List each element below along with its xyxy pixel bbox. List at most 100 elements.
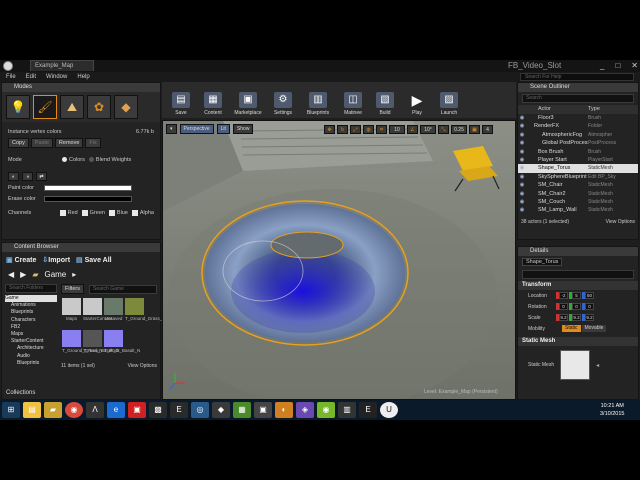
tree-item-startercontent[interactable]: StarterContent: [5, 338, 57, 345]
content-button[interactable]: ▦ Content: [198, 84, 228, 116]
asset-tile[interactable]: T_Rock_Basalt_N: [104, 330, 140, 360]
settings-button[interactable]: ⚙ Settings: [268, 84, 298, 116]
app-icon[interactable]: ▣: [254, 402, 272, 418]
details-search-input[interactable]: [522, 270, 634, 279]
asset-tile[interactable]: Unsaved: [104, 298, 123, 328]
erase-color-swatch[interactable]: [44, 195, 132, 202]
epic-games-icon[interactable]: E: [170, 402, 188, 418]
menu-edit[interactable]: Edit: [26, 74, 36, 80]
search-folders-input[interactable]: Search Folders: [5, 284, 57, 293]
outliner-row[interactable]: ◉ SM_Chair2 StaticMesh: [518, 190, 638, 198]
outliner-row[interactable]: ◉ SM_Chair StaticMesh: [518, 181, 638, 189]
green-checkbox[interactable]: [81, 209, 88, 216]
nvidia-icon[interactable]: ◉: [317, 402, 335, 418]
menu-window[interactable]: Window: [46, 74, 67, 80]
scale-y[interactable]: 9.2: [572, 314, 581, 321]
outliner-row[interactable]: ◉ Player Start PlayerStart: [518, 156, 638, 164]
outliner-row[interactable]: ◉ Global PostProcess PostProcess: [518, 139, 638, 147]
type-column-header[interactable]: Type: [588, 105, 628, 114]
app-icon[interactable]: ◆: [212, 402, 230, 418]
show-button[interactable]: Show: [232, 124, 254, 134]
location-z[interactable]: 50: [585, 292, 594, 299]
rotation-z[interactable]: 0: [585, 303, 594, 310]
visibility-eye-icon[interactable]: ◉: [518, 164, 526, 172]
marketplace-button[interactable]: ▣ Marketplace: [230, 84, 266, 116]
geometry-mode-icon[interactable]: ◆: [114, 95, 138, 119]
scale-icon[interactable]: ⤢: [350, 125, 361, 134]
paint-color-swatch[interactable]: [44, 184, 132, 191]
rotate-icon[interactable]: ↻: [337, 125, 348, 134]
asset-tile[interactable]: Maps: [62, 298, 81, 328]
place-mode-icon[interactable]: 💡: [6, 95, 30, 119]
scale-z[interactable]: 9.2: [585, 314, 594, 321]
actor-column-header[interactable]: Actor: [526, 105, 588, 114]
visibility-eye-icon[interactable]: ◉: [518, 156, 526, 164]
scale-x[interactable]: 9.2: [559, 314, 568, 321]
brush-alt-icon[interactable]: ◑: [22, 172, 33, 181]
search-game-input[interactable]: Search Game: [88, 284, 157, 294]
minimize-button[interactable]: _: [600, 61, 604, 71]
translate-icon[interactable]: ✥: [324, 125, 335, 134]
blender-icon[interactable]: ◐: [275, 402, 293, 418]
outliner-view-options[interactable]: View Options: [606, 219, 635, 225]
tree-item-characters[interactable]: Characters: [5, 317, 57, 324]
browse-icon[interactable]: ◂: [596, 362, 599, 369]
app-icon[interactable]: ▩: [149, 402, 167, 418]
outliner-row[interactable]: ◉ SM_Lamp_Wall StaticMesh: [518, 206, 638, 214]
file-explorer-icon[interactable]: ▤: [23, 402, 41, 418]
steam-icon[interactable]: ◎: [191, 402, 209, 418]
colors-radio[interactable]: [62, 157, 67, 162]
landscape-mode-icon[interactable]: ⛰: [60, 95, 84, 119]
minecraft-icon[interactable]: ▦: [233, 402, 251, 418]
modes-tab[interactable]: Modes: [2, 83, 160, 92]
visibility-eye-icon[interactable]: ◉: [518, 181, 526, 189]
fix-button[interactable]: Fix: [85, 137, 101, 148]
outliner-row[interactable]: ◉ AtmosphericFog Atmospher: [518, 131, 638, 139]
visibility-eye-icon[interactable]: ◉: [518, 190, 526, 198]
visibility-eye-icon[interactable]: ◉: [518, 139, 526, 147]
menu-file[interactable]: File: [6, 74, 16, 80]
outliner-row[interactable]: ◉ Shape_Torus StaticMesh: [518, 164, 638, 173]
tree-item-audio[interactable]: Audio: [5, 353, 57, 360]
tree-item-fb2[interactable]: FB2: [5, 324, 57, 331]
save-button[interactable]: ▤ Save: [166, 84, 196, 116]
start-icon[interactable]: ⊞: [2, 402, 20, 418]
scale-snap-icon[interactable]: ⤡: [438, 125, 449, 134]
paint-mode-icon[interactable]: 🖌: [33, 95, 57, 119]
outliner-row[interactable]: ◉ Box Brush Brush: [518, 148, 638, 156]
tree-item-maps[interactable]: Maps: [5, 331, 57, 338]
surface-snap-icon[interactable]: ⌗: [376, 125, 387, 134]
visibility-eye-icon[interactable]: ◉: [518, 198, 526, 206]
object-name-field[interactable]: Shape_Torus: [522, 258, 563, 266]
back-icon[interactable]: ◀: [8, 270, 14, 279]
remove-button[interactable]: Remove: [54, 137, 84, 148]
grid-snap-value[interactable]: 10: [389, 125, 405, 134]
camera-speed-icon[interactable]: ▣: [469, 125, 480, 134]
chrome-icon[interactable]: ◉: [65, 402, 83, 418]
epic-games-icon[interactable]: E: [359, 402, 377, 418]
visibility-eye-icon[interactable]: ◉: [518, 114, 526, 122]
map-tab[interactable]: Example_Map: [30, 60, 94, 71]
blue-checkbox[interactable]: [108, 209, 115, 216]
app-icon[interactable]: ▣: [128, 402, 146, 418]
location-x[interactable]: -2: [559, 292, 568, 299]
play-button[interactable]: ▶ Play: [402, 84, 432, 116]
outliner-tab[interactable]: Scene Outliner: [518, 83, 638, 92]
rotation-y[interactable]: 0: [572, 303, 581, 310]
create-button[interactable]: ▣ Create: [6, 256, 36, 264]
visibility-eye-icon[interactable]: ◉: [518, 148, 526, 156]
location-y[interactable]: 5: [572, 292, 581, 299]
visibility-eye-icon[interactable]: ◉: [518, 206, 526, 214]
content-browser-tab[interactable]: Content Browser: [2, 243, 160, 252]
forward-icon[interactable]: ▶: [20, 270, 26, 279]
filters-button[interactable]: Filters: [61, 284, 84, 294]
unreal-engine-icon[interactable]: U: [380, 402, 398, 418]
import-button[interactable]: ⇩Import: [42, 256, 70, 264]
help-search-input[interactable]: Search For Help: [520, 73, 634, 81]
tree-item-architecture[interactable]: Architecture: [5, 345, 57, 352]
paste-button[interactable]: Paste: [30, 137, 53, 148]
tree-item-blueprints[interactable]: Blueprints: [5, 309, 57, 316]
save-all-button[interactable]: ▤ Save All: [76, 256, 112, 264]
app-icon[interactable]: ◈: [296, 402, 314, 418]
menu-help[interactable]: Help: [77, 74, 89, 80]
